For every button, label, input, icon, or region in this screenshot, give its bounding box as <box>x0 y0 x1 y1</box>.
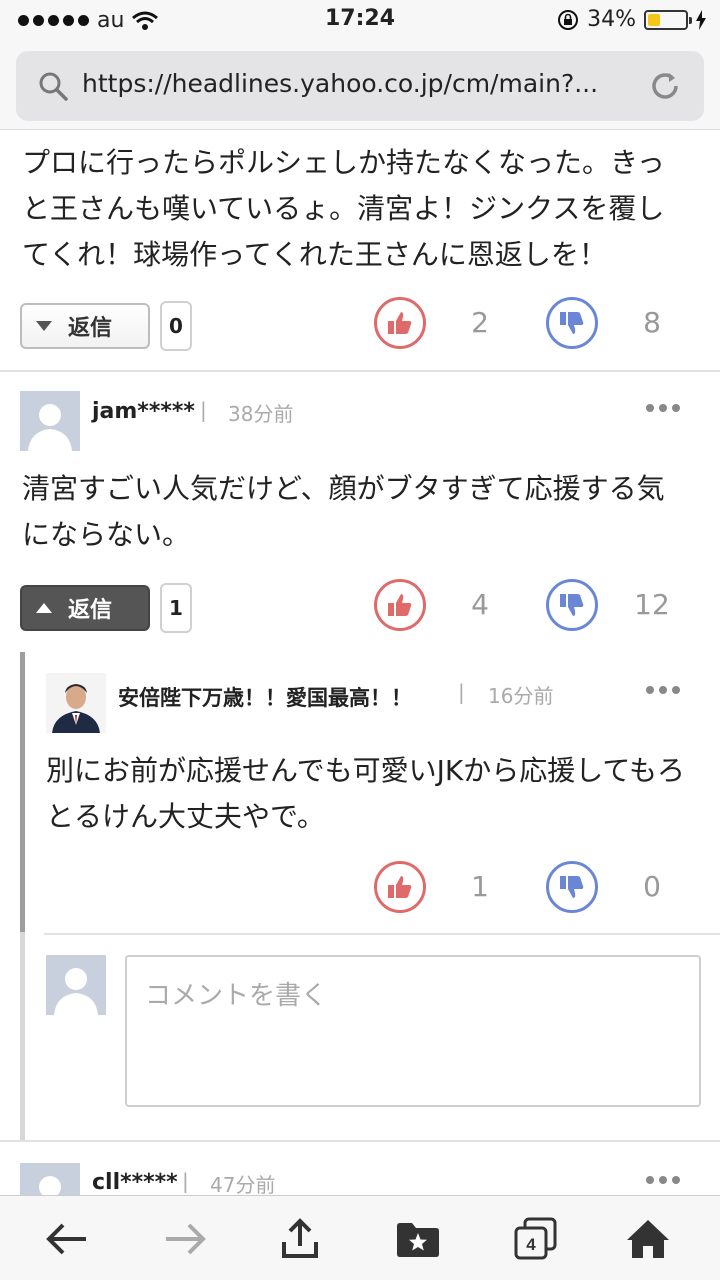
comment-body: 清宮すごい人気だけど、顔がブタすぎて応援する気にならない。 <box>22 472 665 551</box>
browser-toolbar: 4 <box>0 1195 720 1280</box>
reply-label: 返信 <box>68 316 113 341</box>
dislike-button[interactable] <box>546 861 598 913</box>
more-options-icon[interactable] <box>646 686 680 694</box>
bookmarks-button[interactable] <box>393 1214 443 1264</box>
more-options-icon[interactable] <box>646 1176 680 1184</box>
default-avatar-icon <box>54 968 98 1015</box>
tab-count: 4 <box>526 1235 536 1254</box>
meta-separator: | <box>182 1169 189 1193</box>
thumbs-up-icon <box>388 594 412 616</box>
thread-indicator <box>20 932 25 1140</box>
divider <box>44 933 720 935</box>
charging-icon <box>696 9 706 30</box>
user-photo-icon <box>46 673 106 733</box>
dislike-count: 8 <box>643 306 661 339</box>
meta-separator: | <box>200 398 207 422</box>
like-count: 1 <box>471 870 489 903</box>
comment-time: 16分前 <box>488 684 554 708</box>
dislike-button[interactable] <box>546 297 598 349</box>
search-icon <box>39 72 68 101</box>
comment-time: 38分前 <box>228 402 294 426</box>
dislike-count: 12 <box>634 588 670 621</box>
browser-header: https://headlines.yahoo.co.jp/cm/main?..… <box>0 40 720 130</box>
default-avatar-icon <box>28 404 72 451</box>
bookmark-folder-icon <box>397 1223 439 1257</box>
comment-placeholder: コメントを書く <box>145 981 328 1011</box>
username[interactable]: cll***** <box>92 1170 178 1195</box>
dislike-count: 0 <box>643 870 661 903</box>
home-button[interactable] <box>623 1214 673 1264</box>
status-bar: au 17:24 34% <box>0 0 720 40</box>
thumbs-up-icon <box>388 876 412 898</box>
tabs-icon: 4 <box>514 1217 557 1260</box>
avatar[interactable] <box>20 1163 80 1195</box>
thumbs-up-icon <box>388 312 412 334</box>
reply-label: 返信 <box>68 598 113 623</box>
dislike-button[interactable] <box>546 579 598 631</box>
share-icon <box>282 1218 318 1258</box>
rotation-lock-icon <box>558 9 579 30</box>
username[interactable]: 安倍陛下万歳！！愛国最高！！ <box>118 682 412 712</box>
back-button[interactable] <box>42 1214 92 1264</box>
chevron-down-icon <box>36 321 52 331</box>
default-avatar-icon <box>39 1176 61 1195</box>
tabs-button[interactable]: 4 <box>510 1214 560 1264</box>
divider <box>0 1140 720 1142</box>
arrow-left-icon <box>46 1223 86 1255</box>
like-count: 4 <box>471 588 489 621</box>
battery-percent: 34% <box>587 7 636 32</box>
like-button[interactable] <box>374 579 426 631</box>
avatar <box>46 955 106 1015</box>
more-options-icon[interactable] <box>646 404 680 412</box>
reply-count: 0 <box>160 301 192 351</box>
reply-body: 別にお前が応援せんでも可愛いJKから応援してもろとるけん大丈夫やで。 <box>46 754 685 833</box>
thread-indicator <box>20 652 25 932</box>
url-text[interactable]: https://headlines.yahoo.co.jp/cm/main?..… <box>82 69 642 98</box>
reply-count: 1 <box>160 583 192 633</box>
home-icon <box>627 1220 669 1258</box>
comment-list: プロに行ったらポルシェしか持たなくなった。きっと王さんも嘆いているょ。清宮よ！ジ… <box>0 130 720 1195</box>
reply-button[interactable]: 返信 <box>20 303 150 349</box>
like-count: 2 <box>471 306 489 339</box>
comment-body: プロに行ったらポルシェしか持たなくなった。きっと王さんも嘆いているょ。清宮よ！ジ… <box>22 146 665 271</box>
avatar[interactable] <box>20 391 80 451</box>
comment-input[interactable]: コメントを書く <box>125 955 701 1107</box>
meta-separator: | <box>458 680 465 704</box>
share-button[interactable] <box>275 1214 325 1264</box>
divider <box>0 370 720 372</box>
thumbs-down-icon <box>560 876 584 898</box>
address-bar[interactable]: https://headlines.yahoo.co.jp/cm/main?..… <box>16 51 704 121</box>
username[interactable]: jam***** <box>92 399 195 424</box>
forward-button[interactable] <box>160 1214 210 1264</box>
like-button[interactable] <box>374 297 426 349</box>
battery-icon <box>644 9 692 30</box>
comment-time: 47分前 <box>210 1173 276 1195</box>
like-button[interactable] <box>374 861 426 913</box>
avatar[interactable] <box>46 673 106 733</box>
reply-button[interactable]: 返信 <box>20 585 150 631</box>
arrow-right-icon <box>166 1223 206 1255</box>
thumbs-down-icon <box>560 312 584 334</box>
reload-icon[interactable] <box>648 69 682 103</box>
thumbs-down-icon <box>560 594 584 616</box>
chevron-up-icon <box>36 603 52 613</box>
